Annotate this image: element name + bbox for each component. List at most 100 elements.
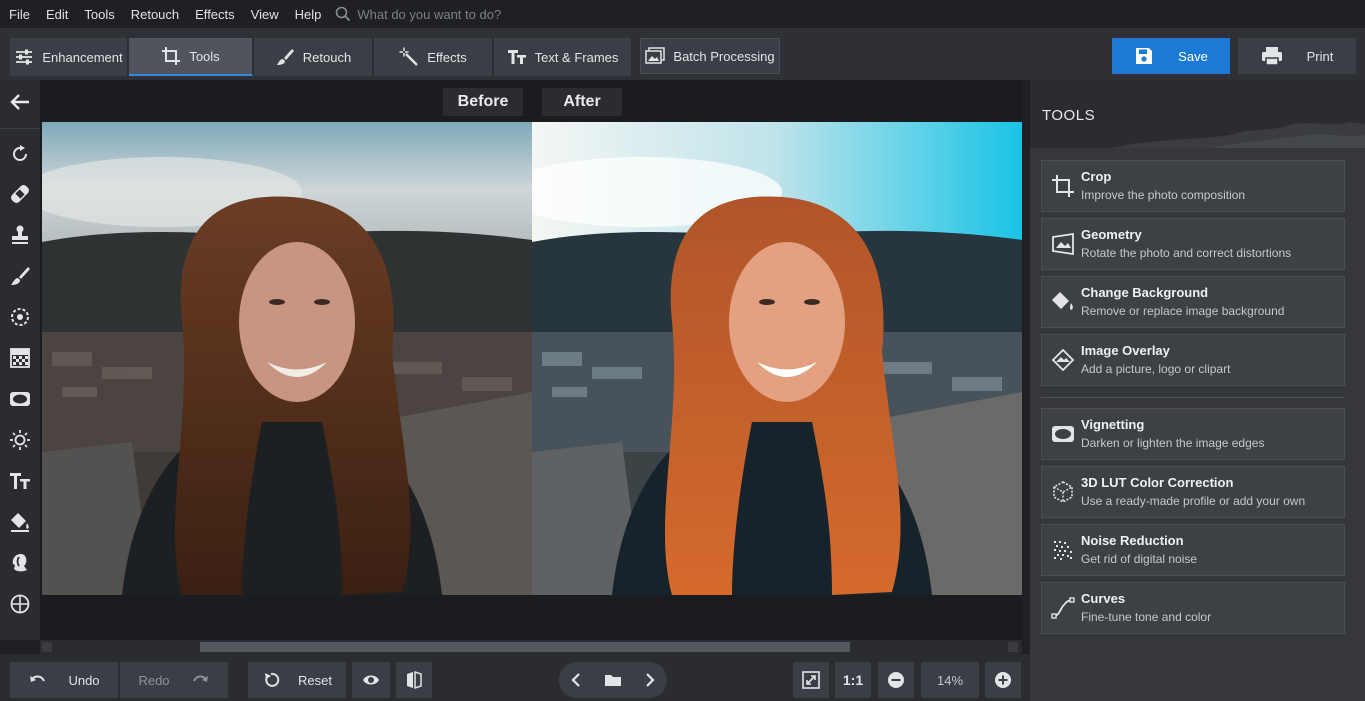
fill-tool-button[interactable] <box>6 508 34 536</box>
tab-retouch[interactable]: Retouch <box>254 38 373 76</box>
brush-tool-button[interactable] <box>6 262 34 290</box>
tool-group-divider <box>1041 397 1345 398</box>
tab-tools-label: Tools <box>189 48 220 64</box>
radial-tool-button[interactable] <box>6 303 34 331</box>
sun-icon <box>10 430 30 450</box>
scroll-thumb[interactable] <box>200 642 850 652</box>
tab-enhancement[interactable]: Enhancement <box>10 38 128 76</box>
overlay-icon <box>1050 347 1076 373</box>
tool-title: Change Background <box>1081 285 1209 300</box>
fit-screen-icon <box>802 671 820 689</box>
batch-images-icon <box>645 47 666 64</box>
tab-text-frames[interactable]: Text & Frames <box>494 38 632 76</box>
lut-cube-icon <box>1050 479 1076 505</box>
menu-effects[interactable]: Effects <box>187 7 243 22</box>
tab-tools[interactable]: Tools <box>129 38 253 76</box>
gradient-tool-button[interactable] <box>6 344 34 372</box>
sliders-icon <box>16 49 33 65</box>
tool-description: Darken or lighten the image edges <box>1081 436 1265 450</box>
tool-title: Curves <box>1081 591 1126 606</box>
bucket-icon <box>11 513 29 532</box>
bottom-bar: Undo Redo Reset 1:1 14% <box>0 654 1030 701</box>
back-button[interactable] <box>6 88 34 116</box>
stamp-icon <box>12 225 28 244</box>
undo-button[interactable]: Undo <box>10 662 118 698</box>
radial-target-icon <box>11 308 29 326</box>
tool-title: Noise Reduction <box>1081 533 1184 548</box>
bandage-icon <box>11 185 29 203</box>
light-tool-button[interactable] <box>6 426 34 454</box>
menu-edit[interactable]: Edit <box>38 7 76 22</box>
horizontal-scrollbar[interactable] <box>40 640 1022 654</box>
portrait-tool-button[interactable] <box>6 549 34 577</box>
gradient-icon <box>10 348 30 368</box>
menu-file[interactable]: File <box>0 7 38 22</box>
menu-help[interactable]: Help <box>287 7 330 22</box>
tool-card-3d-lut[interactable]: 3D LUT Color Correction Use a ready-made… <box>1041 466 1345 518</box>
tools-panel: TOOLS Crop Improve the photo composition… <box>1030 80 1365 701</box>
tool-description: Fine-tune tone and color <box>1081 610 1212 624</box>
divider <box>0 128 40 129</box>
next-image-button[interactable] <box>631 671 667 689</box>
bucket-icon <box>1050 289 1076 315</box>
crop-icon <box>1050 173 1076 199</box>
folder-icon <box>605 675 621 686</box>
tool-title: Geometry <box>1081 227 1142 242</box>
reset-label: Reset <box>298 672 332 688</box>
before-label: Before <box>443 88 523 116</box>
tool-card-curves[interactable]: Curves Fine-tune tone and color <box>1041 582 1345 634</box>
compare-view-button[interactable] <box>396 662 432 698</box>
healing-tool-button[interactable] <box>6 180 34 208</box>
curves-icon <box>1050 595 1076 621</box>
fit-to-screen-button[interactable] <box>793 662 829 698</box>
geometry-icon <box>1050 231 1076 257</box>
vignette-tool-button[interactable] <box>6 385 34 413</box>
search-input[interactable] <box>357 6 558 22</box>
noise-icon <box>1050 537 1076 563</box>
tool-card-image-overlay[interactable]: Image Overlay Add a picture, logo or cli… <box>1041 334 1345 386</box>
text-tool-button[interactable] <box>6 467 34 495</box>
zoom-in-button[interactable] <box>985 662 1021 698</box>
print-button[interactable]: Print <box>1238 38 1356 74</box>
menu-retouch[interactable]: Retouch <box>123 7 187 22</box>
after-photo[interactable] <box>532 122 1022 595</box>
save-button[interactable]: Save <box>1112 38 1230 74</box>
tool-card-vignetting[interactable]: Vignetting Darken or lighten the image e… <box>1041 408 1345 460</box>
brush-icon <box>11 267 30 285</box>
undo-icon <box>30 675 46 682</box>
tab-text-frames-label: Text & Frames <box>534 49 619 65</box>
scroll-right-arrow[interactable] <box>1008 642 1018 652</box>
magic-wand-icon <box>399 47 419 66</box>
brush-icon <box>276 49 294 65</box>
open-folder-button[interactable] <box>595 671 631 689</box>
zoom-out-button[interactable] <box>878 662 914 698</box>
previous-image-button[interactable] <box>559 671 595 689</box>
vignette-icon <box>1050 421 1076 447</box>
redo-button[interactable]: Redo <box>120 662 228 698</box>
zoom-level[interactable]: 14% <box>921 662 979 698</box>
tool-description: Use a ready-made profile or add your own <box>1081 494 1306 508</box>
menu-view[interactable]: View <box>243 7 287 22</box>
clone-stamp-button[interactable] <box>6 221 34 249</box>
panel-header: TOOLS <box>1030 80 1365 148</box>
before-photo[interactable] <box>42 122 532 595</box>
menu-tools[interactable]: Tools <box>76 7 122 22</box>
preview-toggle-button[interactable] <box>352 662 390 698</box>
globe-tool-button[interactable] <box>6 590 34 618</box>
tool-card-noise-reduction[interactable]: Noise Reduction Get rid of digital noise <box>1041 524 1345 576</box>
tab-effects[interactable]: Effects <box>374 38 493 76</box>
reset-button[interactable]: Reset <box>248 662 346 698</box>
floppy-disk-icon <box>1136 48 1153 64</box>
tool-card-geometry[interactable]: Geometry Rotate the photo and correct di… <box>1041 218 1345 270</box>
main-toolbar: Enhancement Tools Retouch Effects Text &… <box>0 28 1365 80</box>
rotate-tool-button[interactable] <box>6 140 34 168</box>
tool-card-crop[interactable]: Crop Improve the photo composition <box>1041 160 1345 212</box>
plus-circle-icon <box>995 672 1011 688</box>
batch-processing-button[interactable]: Batch Processing <box>640 38 780 74</box>
tool-description: Remove or replace image background <box>1081 304 1285 318</box>
photo-canvas: Before After <box>40 80 1022 640</box>
tool-card-change-background[interactable]: Change Background Remove or replace imag… <box>1041 276 1345 328</box>
scroll-left-arrow[interactable] <box>42 642 52 652</box>
actual-size-button[interactable]: 1:1 <box>835 662 871 698</box>
arrow-left-icon <box>10 94 29 110</box>
